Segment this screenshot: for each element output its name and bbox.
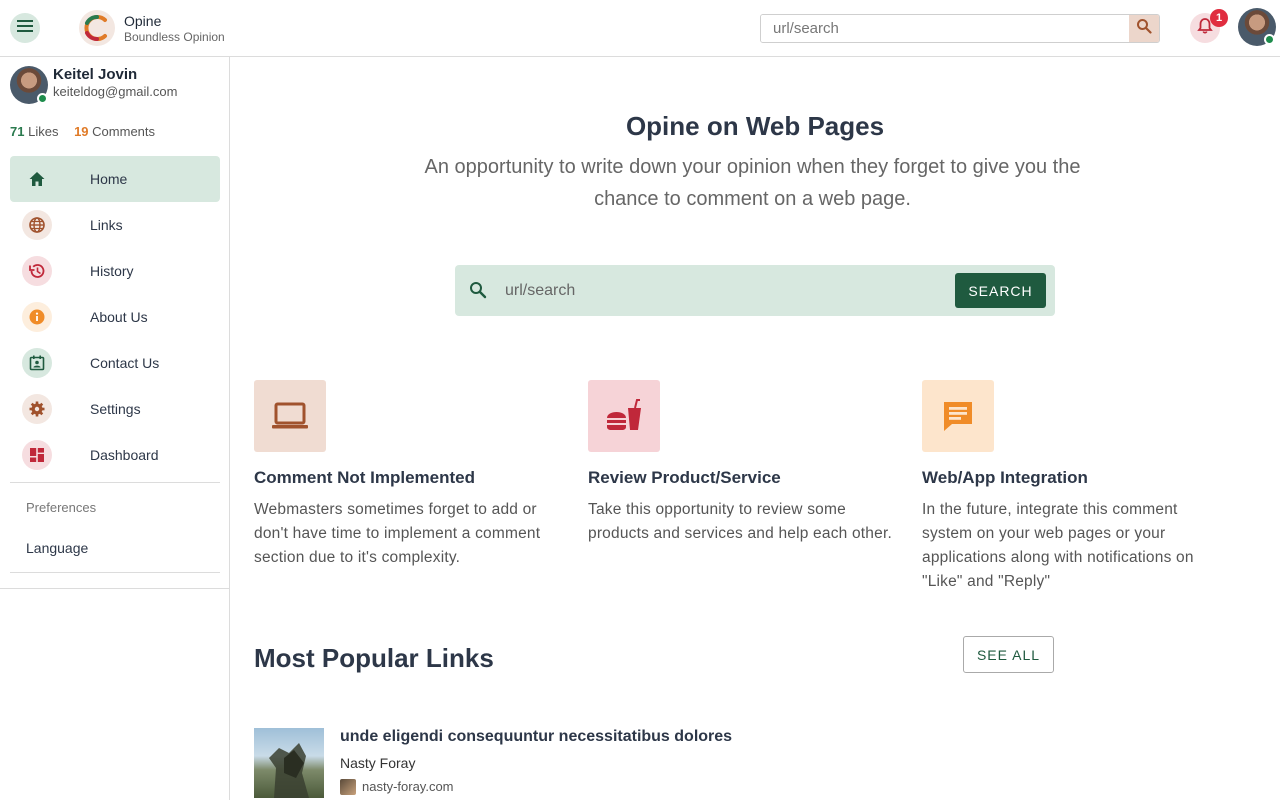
opine-logo[interactable]	[79, 10, 115, 46]
notification-badge: 1	[1210, 9, 1228, 27]
top-search-input[interactable]	[761, 15, 1129, 42]
user-email: keiteldog@gmail.com	[53, 84, 178, 99]
comments-label: Comments	[92, 124, 156, 139]
sidebar-item-home[interactable]: Home	[10, 156, 220, 202]
search-icon	[1136, 18, 1152, 39]
likes-label: Likes	[28, 124, 59, 139]
sidebar-item-dashboard[interactable]: Dashboard	[10, 432, 220, 478]
site-favicon-icon	[340, 779, 356, 795]
section-title: Most Popular Links	[254, 643, 494, 673]
likes-count: 71	[10, 124, 25, 139]
menu-icon	[17, 19, 33, 37]
feature-description: In the future, integrate this comment sy…	[922, 501, 1194, 590]
app-name: Opine	[124, 13, 162, 29]
top-search-button[interactable]	[1129, 15, 1159, 42]
sidebar-item-links[interactable]: Links	[10, 202, 220, 248]
top-search-bar	[760, 14, 1160, 43]
link-domain[interactable]: nasty-foray.com	[362, 779, 454, 794]
sidebar: Keitel Jovin keiteldog@gmail.com 71 Like…	[0, 57, 230, 800]
comments-count: 19	[74, 124, 89, 139]
see-all-button[interactable]: SEE ALL	[963, 636, 1054, 673]
sidebar-item-language[interactable]: Language	[26, 540, 88, 556]
feature-card-web-app-integration: Web/App Integration In the future, integ…	[922, 380, 1232, 594]
chat-icon	[922, 380, 994, 452]
gear-icon	[22, 394, 52, 424]
feature-title: Comment Not Implemented	[254, 468, 476, 487]
top-app-bar: Opine Boundless Opinion 1	[0, 0, 1280, 57]
sidebar-divider	[0, 588, 230, 589]
dashboard-icon	[22, 440, 52, 470]
sidebar-item-label: Dashboard	[90, 447, 159, 463]
page-subtitle: An opportunity to write down your opinio…	[424, 156, 1081, 210]
search-button[interactable]: SEARCH	[955, 273, 1046, 308]
sidebar-divider	[10, 482, 220, 483]
feature-card-comment-not-implemented: Comment Not Implemented Webmasters somet…	[254, 380, 564, 570]
app-tagline: Boundless Opinion	[124, 30, 225, 44]
sidebar-nav: Home Links History About Us Contact Us S…	[10, 156, 220, 478]
sidebar-item-about-us[interactable]: About Us	[10, 294, 220, 340]
sidebar-item-label: Home	[90, 171, 128, 187]
sidebar-item-label: Links	[90, 217, 123, 233]
globe-icon	[22, 210, 52, 240]
online-status-dot	[37, 93, 48, 104]
user-stats: 71 Likes 19 Comments	[10, 124, 155, 139]
feature-title: Review Product/Service	[588, 468, 781, 487]
feature-description: Take this opportunity to review some pro…	[588, 501, 892, 542]
sidebar-item-label: Settings	[90, 401, 141, 417]
sidebar-divider	[10, 572, 220, 573]
feature-description: Webmasters sometimes forget to add or do…	[254, 501, 541, 566]
main-search-bar: SEARCH	[455, 265, 1055, 316]
sidebar-item-settings[interactable]: Settings	[10, 386, 220, 432]
hamburger-menu-button[interactable]	[10, 13, 40, 43]
preferences-heading: Preferences	[26, 500, 97, 515]
feature-card-review-product: Review Product/Service Take this opportu…	[588, 380, 898, 546]
main-search-input[interactable]	[505, 277, 945, 305]
laptop-icon	[254, 380, 326, 452]
history-icon	[22, 256, 52, 286]
sidebar-item-label: About Us	[90, 309, 148, 325]
user-name: Keitel Jovin	[53, 66, 138, 83]
info-icon	[22, 302, 52, 332]
page-title: Opine on Web Pages	[625, 111, 885, 141]
home-icon	[22, 164, 52, 194]
feature-title: Web/App Integration	[922, 468, 1088, 487]
sidebar-item-history[interactable]: History	[10, 248, 220, 294]
link-author: Nasty Foray	[340, 755, 416, 771]
sidebar-item-label: History	[90, 263, 134, 279]
contact-calendar-icon	[22, 348, 52, 378]
fastfood-icon	[588, 380, 660, 452]
link-thumbnail[interactable]	[254, 728, 324, 798]
link-title[interactable]: unde eligendi consequuntur necessitatibu…	[340, 728, 732, 746]
sidebar-item-contact-us[interactable]: Contact Us	[10, 340, 220, 386]
search-icon	[469, 281, 487, 304]
online-status-dot	[1264, 34, 1275, 45]
sidebar-item-label: Contact Us	[90, 355, 160, 371]
